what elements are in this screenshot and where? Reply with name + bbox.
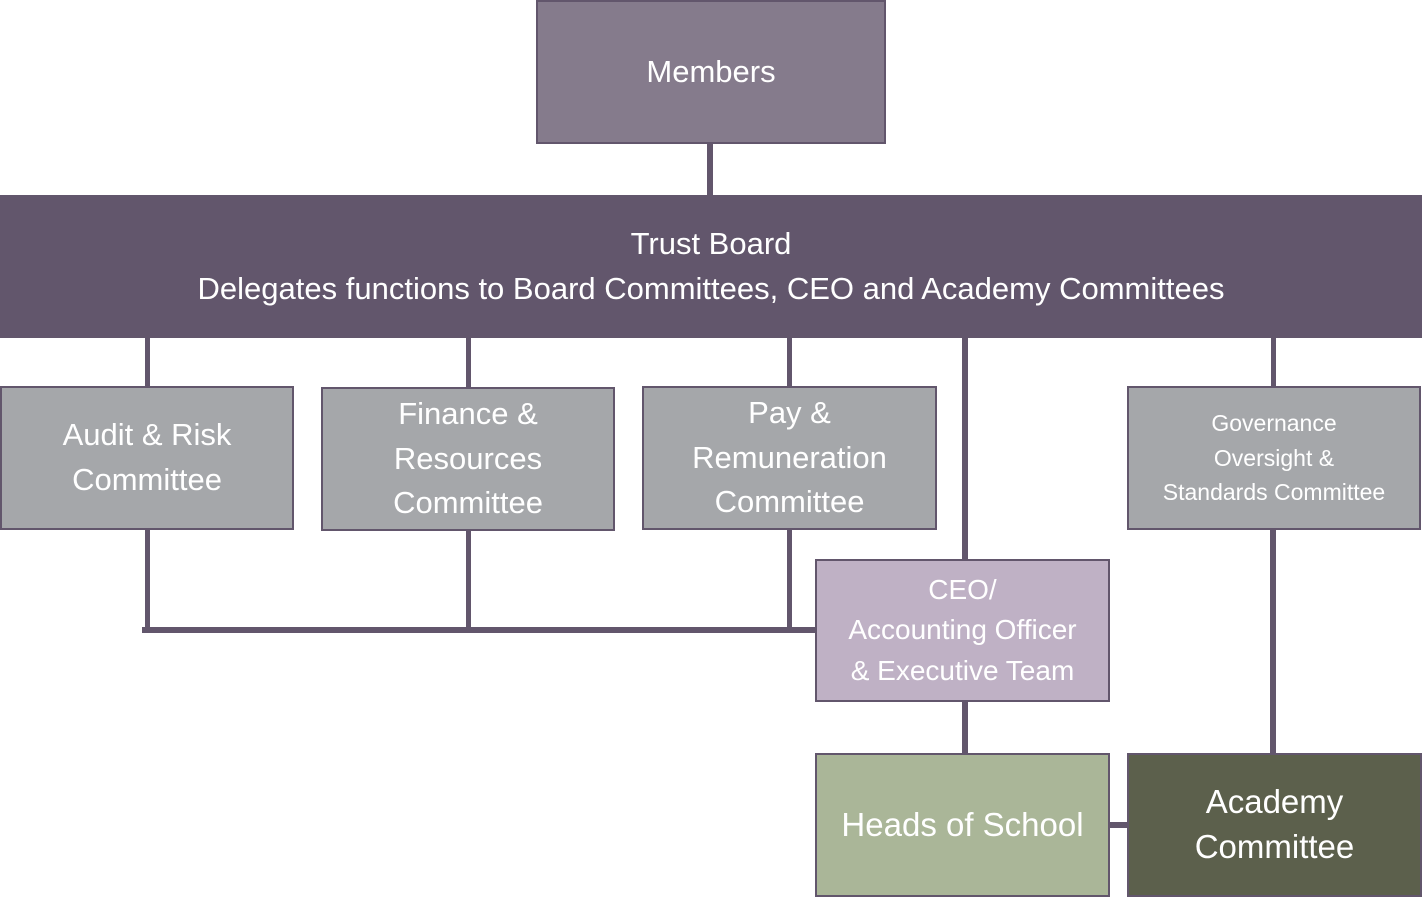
trust-board-node: Trust Board Delegates functions to Board… [0,195,1422,338]
academy-committee-label: Academy Committee [1194,783,1355,865]
audit-risk-committee-label: Audit & Risk Committee [62,417,232,497]
connector-board-governance [1271,338,1276,387]
governance-oversight-committee-label: Governance Oversight & Standards Committ… [1162,410,1386,506]
connector-board-finance [466,338,471,388]
ceo-executive-team-node: CEO/ Accounting Officer & Executive Team [815,559,1110,702]
connector-board-audit [145,338,150,387]
trust-board-subtitle: Delegates functions to Board Committees,… [197,270,1225,306]
connector-members-board [707,143,713,196]
connector-audit-down [145,529,150,632]
heads-of-school-node: Heads of School [815,753,1110,897]
connector-pay-down [787,529,792,632]
heads-of-school-label: Heads of School [841,805,1084,843]
connector-committees-to-ceo [142,627,816,633]
connector-finance-down [466,530,471,632]
academy-committee-node: Academy Committee [1127,753,1422,897]
governance-oversight-committee-node: Governance Oversight & Standards Committ… [1127,386,1421,530]
pay-remuneration-committee-node: Pay & Remuneration Committee [642,386,937,530]
finance-resources-committee-label: Finance & Resources Committee [393,395,543,521]
connector-governance-academy [1270,529,1276,754]
org-chart: Members Trust Board Delegates functions … [0,0,1422,897]
members-node: Members [536,0,886,144]
members-label: Members [646,54,776,90]
connector-board-ceo [962,338,968,560]
audit-risk-committee-node: Audit & Risk Committee [0,386,294,530]
ceo-executive-team-label: CEO/ Accounting Officer & Executive Team [848,574,1077,686]
trust-board-title: Trust Board [630,225,792,261]
pay-remuneration-committee-label: Pay & Remuneration Committee [692,394,887,520]
connector-ceo-heads [962,701,968,754]
connector-board-pay [787,338,792,387]
connector-heads-academy [1109,822,1128,828]
finance-resources-committee-node: Finance & Resources Committee [321,387,615,531]
